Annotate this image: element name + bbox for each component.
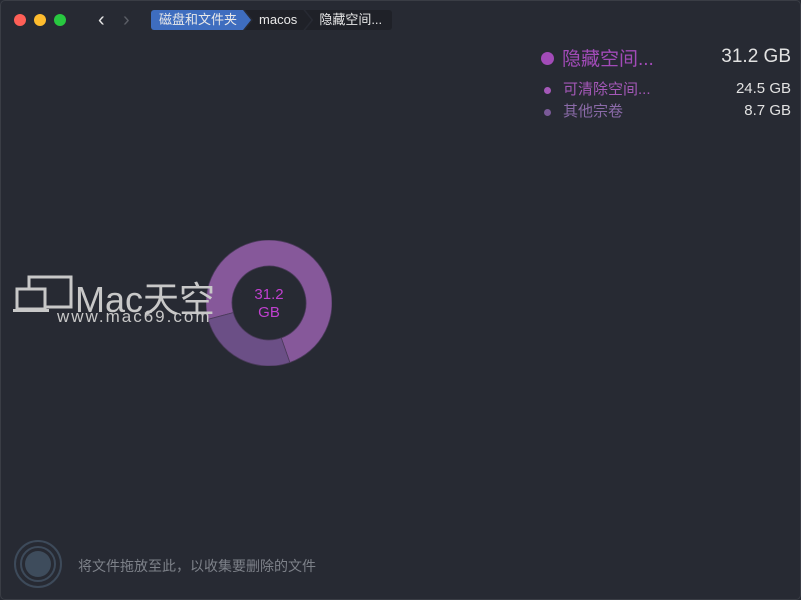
- back-chevron-icon[interactable]: ‹: [98, 9, 105, 32]
- legend-item-label: 其他宗卷: [563, 102, 624, 120]
- watermark: Mac天空 www.mac69.com: [13, 273, 215, 326]
- breadcrumb-item[interactable]: 隐藏空间...: [305, 10, 393, 30]
- window: ‹ › 磁盘和文件夹 macos 隐藏空间... 隐藏空间... 31.2 GB…: [0, 0, 801, 600]
- legend-main-value: 31.2 GB: [721, 46, 791, 67]
- donut-center-label: 31.2 GB: [229, 286, 309, 322]
- legend-item[interactable]: 可清除空间... 24.5 GB: [541, 77, 791, 99]
- breadcrumb: 磁盘和文件夹 macos 隐藏空间...: [151, 10, 393, 30]
- drop-hint: 将文件拖放至此，以收集要删除的文件: [78, 558, 316, 574]
- legend-item-label: 可清除空间...: [563, 80, 651, 98]
- center-value: 31.2: [254, 286, 284, 303]
- legend-main-label: 隐藏空间...: [562, 48, 654, 70]
- watermark-url: www.mac69.com: [57, 307, 212, 326]
- legend-item-value: 8.7 GB: [744, 101, 791, 119]
- center-unit: GB: [258, 304, 280, 321]
- legend-item[interactable]: 其他宗卷 8.7 GB: [541, 99, 791, 121]
- dot-icon: [541, 51, 554, 65]
- minimize-button[interactable]: [34, 14, 46, 26]
- legend-item-value: 24.5 GB: [735, 79, 791, 97]
- breadcrumb-item[interactable]: 磁盘和文件夹: [151, 10, 251, 30]
- dot-icon: [544, 86, 551, 94]
- dot-icon: [544, 108, 551, 116]
- legend-main[interactable]: 隐藏空间... 31.2 GB: [541, 43, 791, 71]
- zoom-button[interactable]: [54, 14, 66, 26]
- close-button[interactable]: [14, 14, 26, 26]
- legend: 隐藏空间... 31.2 GB 可清除空间... 24.5 GB 其他宗卷 8.…: [541, 43, 791, 121]
- drop-target-icon[interactable]: [13, 539, 63, 589]
- forward-chevron-icon[interactable]: ›: [123, 9, 130, 32]
- breadcrumb-item[interactable]: macos: [245, 10, 311, 30]
